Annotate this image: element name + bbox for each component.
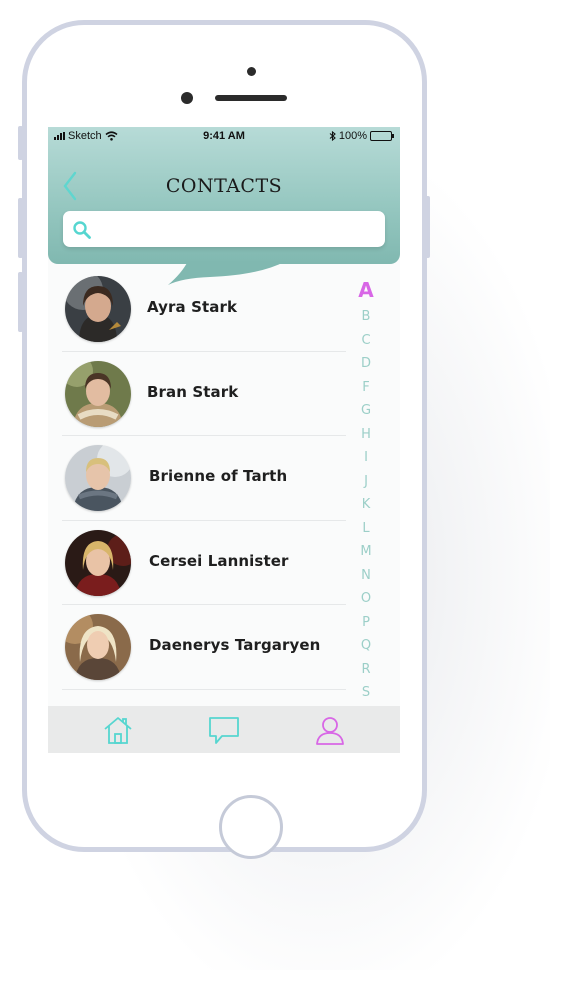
avatar: [65, 614, 131, 680]
home-icon: [104, 717, 132, 744]
index-letter-l[interactable]: L: [362, 517, 369, 541]
search-icon: [73, 221, 91, 239]
status-bar: Sketch 9:41 AM 100%: [48, 127, 400, 145]
index-letter-m[interactable]: M: [360, 540, 371, 564]
contact-name: Ayra Stark: [147, 298, 238, 316]
index-letter-a[interactable]: A: [358, 277, 373, 305]
avatar: [65, 529, 131, 596]
index-letter-i[interactable]: I: [364, 446, 368, 470]
battery-percent: 100%: [338, 130, 367, 142]
front-sensor-dot: [181, 92, 193, 104]
divider: [62, 688, 346, 690]
volume-up-button: [18, 198, 23, 258]
power-button: [425, 196, 430, 258]
contact-name: Cersei Lannister: [149, 551, 289, 570]
chat-icon: [209, 717, 239, 744]
app-screen: Sketch 9:41 AM 100% CONTACTS Ayra Stark …: [48, 127, 400, 753]
list-item[interactable]: Cersei Lannister: [48, 521, 348, 605]
avatar: [65, 276, 131, 342]
bluetooth-icon: [329, 131, 336, 141]
contact-name: Bran Stark: [147, 382, 239, 401]
index-letter-h[interactable]: H: [361, 423, 371, 447]
list-item[interactable]: Ayra Stark: [48, 267, 348, 352]
search-input[interactable]: [101, 217, 377, 241]
index-letter-c[interactable]: C: [361, 329, 370, 353]
index-letter-b[interactable]: B: [362, 305, 371, 329]
index-letter-f[interactable]: F: [362, 376, 369, 400]
front-camera-dot: [247, 67, 256, 76]
volume-down-button: [18, 272, 23, 332]
profile-icon: [316, 717, 344, 745]
header-panel: Sketch 9:41 AM 100% CONTACTS: [48, 127, 400, 264]
battery-group: 100%: [329, 130, 394, 142]
contact-name: Brienne of Tarth: [149, 467, 288, 485]
search-bar[interactable]: [63, 211, 385, 247]
tab-bar: [48, 706, 400, 753]
index-letter-n[interactable]: N: [361, 564, 371, 588]
index-letter-k[interactable]: K: [362, 493, 371, 517]
mute-switch: [18, 126, 23, 160]
index-letter-s[interactable]: S: [362, 681, 370, 705]
earpiece-speaker: [215, 95, 287, 101]
contact-list: Ayra Stark Bran Stark Brienne of Tarth C…: [48, 267, 348, 690]
avatar: [65, 360, 131, 427]
list-item[interactable]: Bran Stark: [48, 352, 348, 436]
index-letter-q[interactable]: Q: [361, 634, 371, 658]
contact-name: Daenerys Targaryen: [149, 636, 321, 654]
index-letter-g[interactable]: G: [361, 399, 371, 423]
index-letter-j[interactable]: J: [364, 470, 368, 494]
index-letter-o[interactable]: O: [361, 587, 371, 611]
page-title: CONTACTS: [165, 175, 283, 197]
list-item[interactable]: Brienne of Tarth: [48, 436, 348, 521]
index-letter-d[interactable]: D: [361, 352, 371, 376]
tab-profile[interactable]: [314, 714, 346, 746]
index-letter-r[interactable]: R: [361, 658, 370, 682]
home-button[interactable]: [219, 795, 283, 859]
list-item[interactable]: Daenerys Targaryen: [48, 605, 348, 690]
index-letter-p[interactable]: P: [362, 611, 370, 635]
tab-messages[interactable]: [208, 714, 240, 746]
avatar: [65, 445, 131, 511]
battery-icon: [370, 131, 394, 141]
alphabet-index[interactable]: A B C D F G H I J K L M N O P Q R S: [354, 277, 378, 705]
tab-home[interactable]: [102, 714, 134, 746]
